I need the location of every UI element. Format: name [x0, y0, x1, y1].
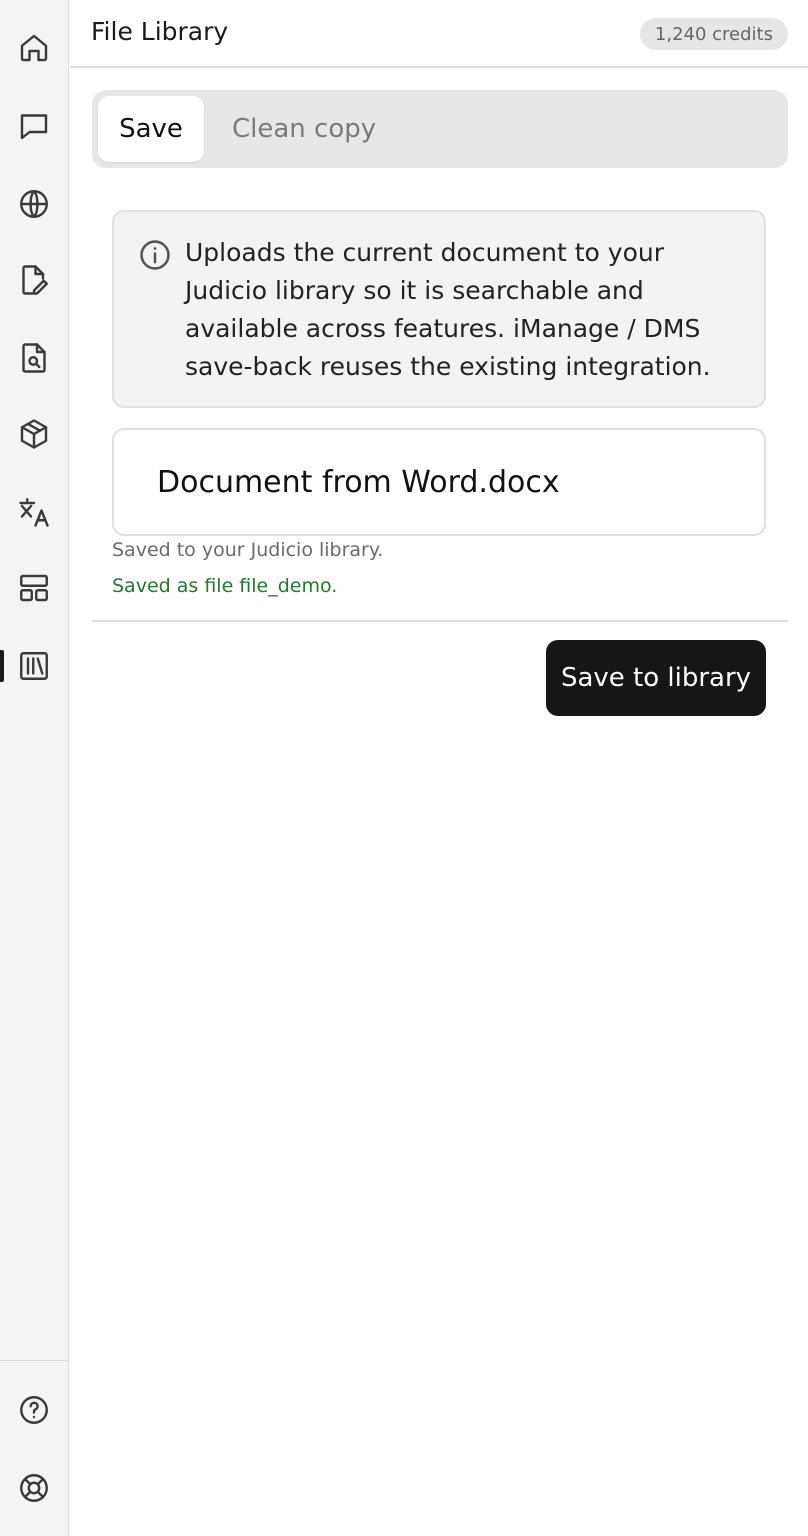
sidebar-item-models[interactable]	[0, 406, 68, 462]
tab-bar: Save Clean copy	[92, 90, 788, 168]
tab-clean-copy[interactable]: Clean copy	[232, 96, 376, 162]
translate-icon	[19, 498, 49, 527]
sidebar	[0, 0, 69, 1536]
sidebar-item-web[interactable]	[0, 176, 68, 232]
sidebar-item-translate[interactable]	[0, 484, 68, 540]
life-buoy-icon	[20, 1474, 48, 1502]
page-title: File Library	[91, 17, 229, 46]
info-callout: Uploads the current document to your Jud…	[112, 210, 766, 408]
filename-field[interactable]	[112, 428, 766, 536]
library-icon	[20, 652, 48, 680]
layout-icon	[20, 574, 48, 602]
info-icon	[138, 238, 172, 272]
sidebar-divider	[0, 1360, 68, 1361]
sidebar-item-templates[interactable]	[0, 560, 68, 616]
cube-icon	[20, 419, 48, 449]
info-text: Uploads the current document to your Jud…	[185, 238, 711, 381]
file-search-icon	[22, 343, 46, 373]
sidebar-item-review[interactable]	[0, 330, 68, 386]
chat-bubble-icon	[20, 114, 48, 140]
sidebar-item-chat[interactable]	[0, 98, 68, 154]
globe-icon	[20, 190, 48, 218]
save-to-library-button[interactable]: Save to library	[546, 640, 766, 716]
sidebar-item-help[interactable]	[0, 1382, 68, 1438]
home-icon	[20, 34, 48, 62]
sidebar-item-draft[interactable]	[0, 252, 68, 308]
file-pen-icon	[22, 265, 48, 295]
tab-save[interactable]: Save	[98, 96, 204, 162]
header: File Library 1,240 credits	[70, 0, 808, 68]
content-divider	[92, 620, 788, 622]
credits-badge: 1,240 credits	[639, 18, 788, 50]
sidebar-item-support[interactable]	[0, 1460, 68, 1516]
save-hint: Saved to your Judicio library.	[112, 539, 384, 561]
help-circle-icon	[20, 1396, 48, 1424]
sidebar-item-library[interactable]	[0, 638, 68, 694]
sidebar-item-home[interactable]	[0, 20, 68, 76]
success-message: Saved as file file_demo.	[112, 575, 338, 597]
